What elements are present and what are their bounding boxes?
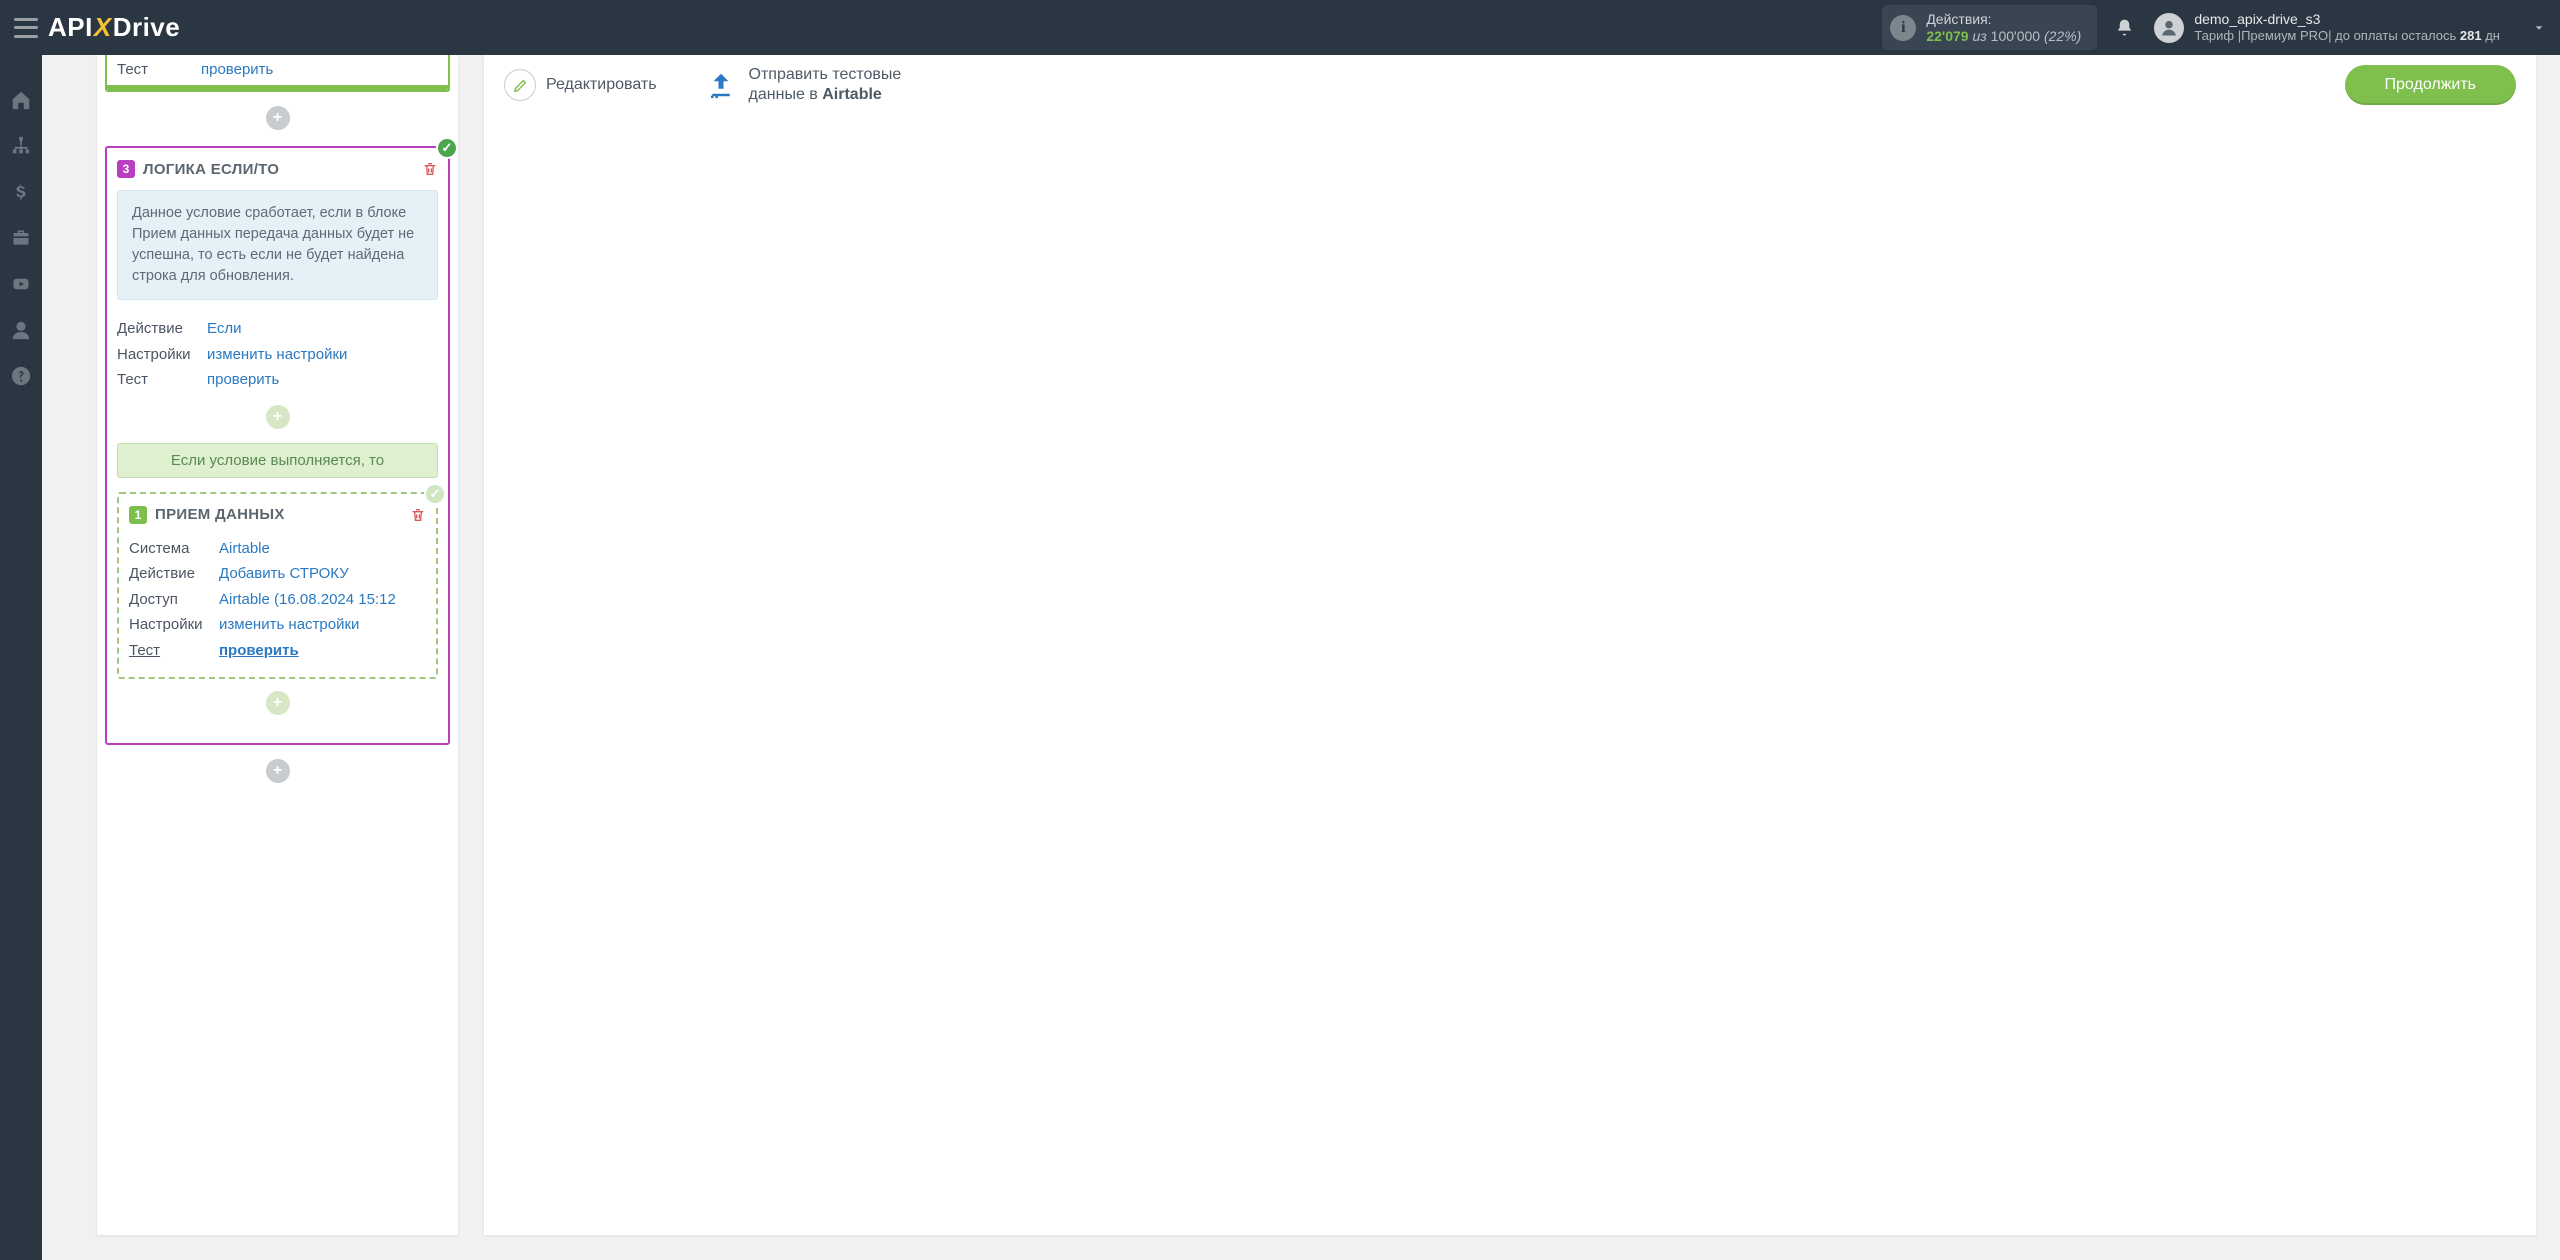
send-line1: Отправить тестовые	[749, 65, 902, 85]
pencil-icon	[504, 69, 536, 101]
send-line2-pre: данные в	[749, 86, 823, 103]
logo-drive-text: Drive	[113, 12, 181, 42]
menu-toggle-button[interactable]	[14, 18, 38, 38]
usage-pct: (22%)	[2044, 28, 2081, 44]
user-name: demo_apix-drive_s3	[2194, 11, 2500, 29]
brand-logo: APIXDrive	[48, 12, 180, 43]
logic-action-value[interactable]: Если	[207, 316, 241, 342]
logic-test-link[interactable]: проверить	[207, 367, 279, 393]
inner-trash-icon[interactable]	[410, 506, 426, 524]
sidebar-briefcase-icon[interactable]	[8, 225, 34, 251]
sidebar-billing-icon[interactable]	[8, 179, 34, 205]
send-test-button[interactable]: Отправить тестовые данные в Airtable	[705, 65, 902, 105]
logic-settings-link[interactable]: изменить настройки	[207, 342, 347, 368]
inner-access-value[interactable]: Airtable (16.08.2024 15:12	[219, 587, 396, 613]
prev-test-label: Тест	[117, 61, 201, 78]
sidebar-video-icon[interactable]	[8, 271, 34, 297]
previous-step-card[interactable]: Тест проверить	[105, 55, 450, 92]
if-condition-bar: Если условие выполняется, то	[117, 443, 438, 478]
usage-used: 22'079	[1926, 28, 1968, 44]
trash-icon[interactable]	[422, 160, 438, 178]
logic-if-card[interactable]: ✓ 3 ЛОГИКА ЕСЛИ/ТО Данное условие сработ…	[105, 146, 450, 745]
edit-label: Редактировать	[546, 76, 657, 94]
edit-button[interactable]: Редактировать	[504, 69, 657, 101]
inner-card-title: ПРИЕМ ДАННЫХ	[155, 506, 285, 523]
bell-icon[interactable]	[2115, 17, 2134, 38]
logic-settings-label: Настройки	[117, 342, 207, 368]
inner-step-number-badge: 1	[129, 506, 147, 524]
info-icon: i	[1890, 15, 1916, 41]
add-step-button[interactable]: +	[266, 106, 290, 130]
sidebar-help-icon[interactable]	[8, 363, 34, 389]
user-plan: Тариф |Премиум PRO| до оплаты осталось 2…	[2194, 28, 2500, 44]
inner-settings-label: Настройки	[129, 612, 219, 638]
upload-icon	[705, 70, 737, 100]
usage-of: из	[1972, 28, 1986, 44]
chevron-down-icon[interactable]	[2532, 21, 2546, 35]
inner-test-link[interactable]: проверить	[219, 638, 299, 664]
inner-action-value[interactable]: Добавить СТРОКУ	[219, 561, 349, 587]
usage-label: Действия:	[1926, 11, 2081, 27]
logic-test-label: Тест	[117, 367, 207, 393]
logo-x-text: X	[93, 12, 113, 42]
usage-limit: 100'000	[1991, 28, 2040, 44]
logic-card-title: ЛОГИКА ЕСЛИ/ТО	[143, 161, 279, 178]
logo-api-text: API	[48, 12, 93, 42]
avatar-icon	[2154, 13, 2184, 43]
workflow-panel: Тест проверить + ✓ 3 ЛОГИКА ЕСЛИ/ТО Данн…	[97, 55, 458, 1235]
inner-access-label: Доступ	[129, 587, 219, 613]
sidebar-user-icon[interactable]	[8, 317, 34, 343]
check-badge-icon: ✓	[436, 137, 458, 159]
send-line2-bold: Airtable	[822, 86, 882, 103]
continue-button[interactable]: Продолжить	[2345, 65, 2516, 105]
add-step-after-button[interactable]: +	[266, 759, 290, 783]
sidebar-connections-icon[interactable]	[8, 133, 34, 159]
inner-system-label: Система	[129, 536, 219, 562]
check-badge-soft-icon: ✓	[424, 483, 446, 505]
usage-counter[interactable]: i Действия: 22'079 из 100'000 (22%)	[1882, 5, 2097, 49]
condition-description: Данное условие сработает, если в блоке П…	[117, 190, 438, 300]
config-panel: Редактировать Отправить тестовые данные …	[484, 55, 2536, 1235]
inner-settings-link[interactable]: изменить настройки	[219, 612, 359, 638]
inner-test-label: Тест	[129, 638, 219, 664]
logic-action-label: Действие	[117, 316, 207, 342]
sidebar-home-icon[interactable]	[8, 87, 34, 113]
step-number-badge: 3	[117, 160, 135, 178]
add-inner-step-button[interactable]: +	[266, 405, 290, 429]
add-after-inner-button[interactable]: +	[266, 691, 290, 715]
inner-system-value[interactable]: Airtable	[219, 536, 270, 562]
prev-test-link[interactable]: проверить	[201, 61, 273, 78]
user-menu[interactable]: demo_apix-drive_s3 Тариф |Премиум PRO| д…	[2154, 11, 2546, 45]
inner-receive-card[interactable]: ✓ 1 ПРИЕМ ДАННЫХ СистемаAirtable Действи…	[117, 492, 438, 680]
inner-action-label: Действие	[129, 561, 219, 587]
